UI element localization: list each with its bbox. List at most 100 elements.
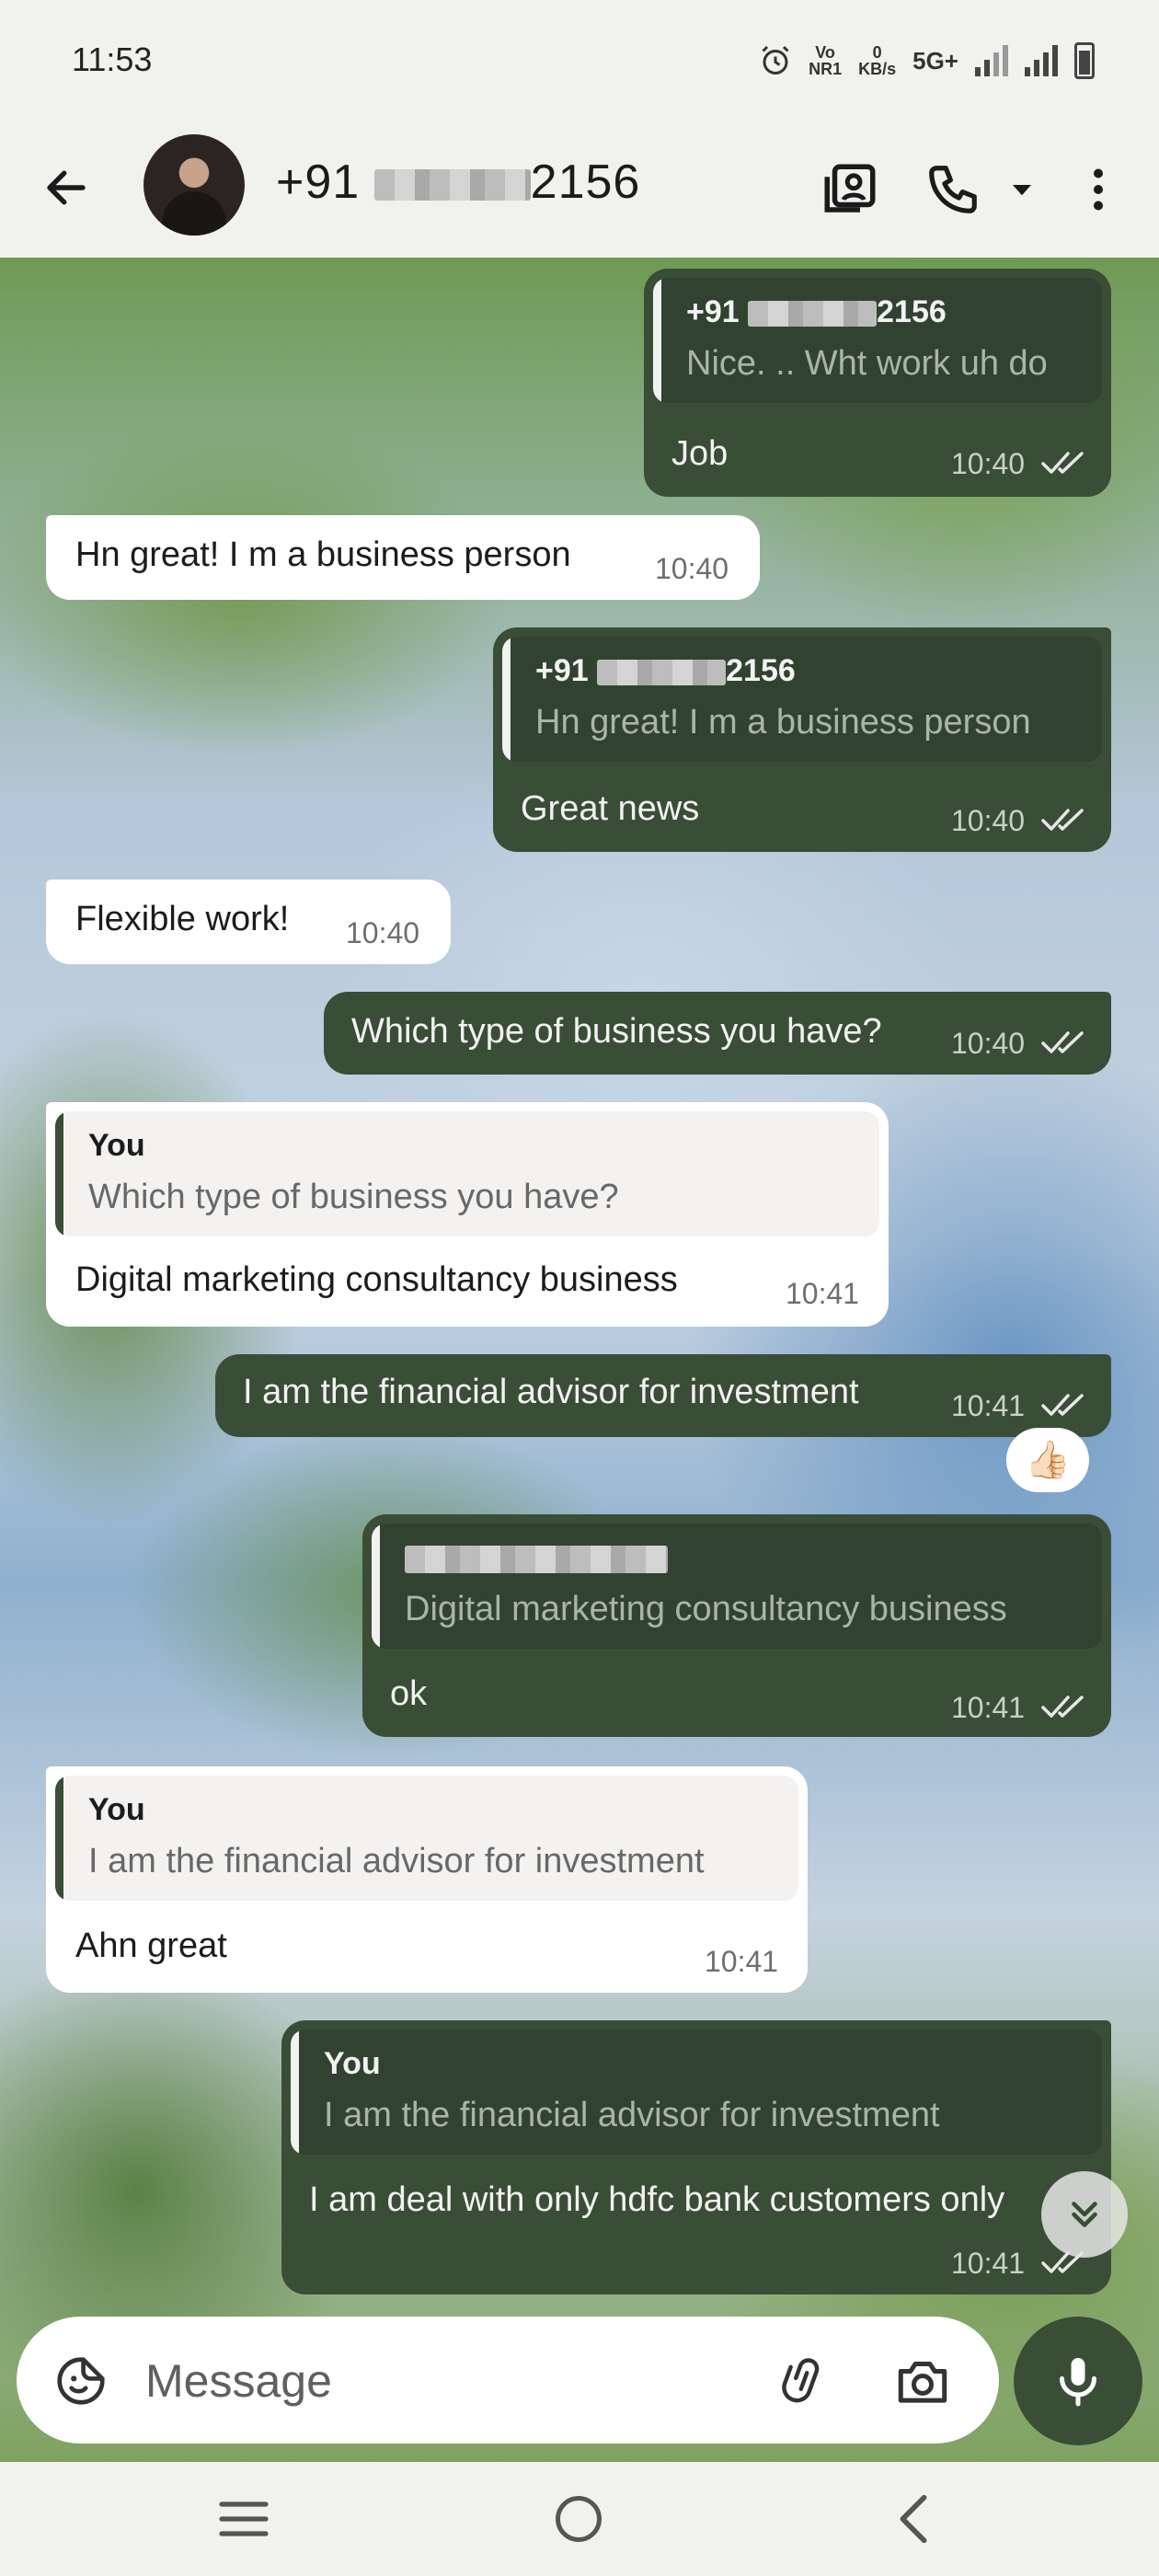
read-ticks-icon bbox=[1041, 1394, 1084, 1416]
quote-author: You bbox=[324, 2046, 381, 2081]
battery-icon bbox=[1074, 42, 1095, 79]
message-text: Flexible work! bbox=[75, 900, 290, 938]
quoted-message[interactable]: Digital marketing consultancy business bbox=[372, 1524, 1102, 1649]
contact-avatar[interactable] bbox=[143, 134, 245, 236]
sticker-smile-icon bbox=[57, 2357, 105, 2405]
voice-message-button[interactable] bbox=[1014, 2317, 1142, 2445]
status-time: 11:53 bbox=[72, 40, 153, 78]
message-time: 10:40 bbox=[346, 916, 420, 949]
quote-text: Digital marketing consultancy business bbox=[405, 1590, 1007, 1628]
status-bar: 11:53 Vo NR1 0 KB/s 5G+ bbox=[0, 0, 1159, 120]
outgoing-message[interactable]: I am the financial advisor for investmen… bbox=[215, 1354, 1111, 1437]
nav-back-button[interactable] bbox=[872, 2484, 955, 2554]
message-time: 10:41 bbox=[786, 1277, 860, 1310]
double-chevron-down-icon bbox=[1072, 2202, 1097, 2227]
message-input[interactable] bbox=[145, 2348, 734, 2414]
message-time: 10:41 bbox=[951, 1691, 1026, 1724]
quote-author-suffix: 2156 bbox=[726, 653, 796, 688]
quoted-message[interactable]: You Which type of business you have? bbox=[55, 1111, 879, 1236]
quote-bar bbox=[372, 1524, 380, 1649]
quoted-message[interactable]: +91 2156 Hn great! I m a business person bbox=[502, 637, 1102, 762]
quote-bar bbox=[55, 1776, 63, 1901]
contact-card-icon bbox=[824, 164, 876, 213]
volte-indicator: Vo NR1 bbox=[809, 44, 842, 77]
quote-author-prefix: +91 bbox=[686, 294, 740, 329]
quote-author: +91 2156 bbox=[535, 653, 796, 689]
redacted-digits bbox=[373, 169, 531, 201]
message-time: 10:40 bbox=[951, 804, 1026, 837]
message-text: Digital marketing consultancy business bbox=[75, 1260, 678, 1299]
quote-author: You bbox=[88, 1792, 145, 1827]
dropdown-arrow-icon bbox=[1013, 185, 1031, 196]
call-button[interactable] bbox=[916, 153, 990, 226]
read-ticks-icon bbox=[1041, 809, 1084, 831]
more-options-button[interactable] bbox=[1063, 153, 1133, 226]
message-text: I am deal with only hdfc bank customers … bbox=[309, 2180, 1005, 2219]
more-vert-icon bbox=[1094, 168, 1103, 211]
contact-prefix: +91 bbox=[276, 155, 361, 209]
camera-button[interactable] bbox=[885, 2346, 960, 2416]
chat-background: +91 2156 Nice. .. Wht work uh do Job 10:… bbox=[0, 258, 1159, 2466]
message-composer bbox=[17, 2317, 999, 2444]
home-icon bbox=[556, 2496, 602, 2542]
quote-author bbox=[405, 1540, 668, 1576]
message-text: Job bbox=[671, 434, 729, 473]
incoming-message[interactable]: Hn great! I m a business person 10:40 bbox=[46, 515, 760, 600]
quote-text: Nice. .. Wht work uh do bbox=[686, 344, 1048, 383]
recents-button[interactable] bbox=[202, 2484, 285, 2554]
message-time: 10:41 bbox=[705, 1945, 779, 1978]
outgoing-message[interactable]: You I am the financial advisor for inves… bbox=[281, 2020, 1111, 2294]
quoted-message[interactable]: +91 2156 Nice. .. Wht work uh do bbox=[653, 278, 1102, 403]
signal-icon bbox=[1025, 45, 1058, 76]
quote-text: I am the financial advisor for investmen… bbox=[324, 2096, 940, 2134]
reaction-thumbs-up[interactable]: 👍🏻 bbox=[1006, 1428, 1089, 1492]
incoming-message[interactable]: Flexible work! 10:40 bbox=[46, 880, 451, 964]
call-menu-button[interactable] bbox=[990, 153, 1054, 226]
quote-author-prefix: +91 bbox=[535, 653, 589, 688]
quoted-message[interactable]: You I am the financial advisor for inves… bbox=[291, 2030, 1102, 2155]
paperclip-icon bbox=[782, 2358, 820, 2403]
camera-icon bbox=[898, 2362, 947, 2403]
volte-label: Vo bbox=[815, 43, 835, 62]
read-ticks-icon bbox=[1041, 1031, 1084, 1053]
incoming-message[interactable]: You Which type of business you have? Dig… bbox=[46, 1102, 889, 1327]
incoming-message[interactable]: You I am the financial advisor for inves… bbox=[46, 1766, 808, 1993]
message-time: 10:41 bbox=[951, 1389, 1026, 1422]
chat-header: +91 2156 bbox=[0, 120, 1159, 258]
back-button[interactable] bbox=[33, 155, 99, 221]
quote-author-suffix: 2156 bbox=[877, 294, 947, 329]
alarm-icon bbox=[762, 45, 789, 75]
quote-text: Hn great! I m a business person bbox=[535, 703, 1031, 742]
home-button[interactable] bbox=[537, 2484, 620, 2554]
nr-label: NR1 bbox=[809, 60, 843, 78]
outgoing-message[interactable]: Digital marketing consultancy business o… bbox=[362, 1514, 1111, 1737]
quote-text: Which type of business you have? bbox=[88, 1178, 619, 1216]
data-speed: 0 KB/s bbox=[858, 44, 896, 77]
system-nav-bar bbox=[0, 2462, 1159, 2576]
outgoing-message[interactable]: +91 2156 Nice. .. Wht work uh do Job 10:… bbox=[644, 269, 1111, 497]
redacted-digits bbox=[597, 660, 727, 686]
quoted-message[interactable]: You I am the financial advisor for inves… bbox=[55, 1776, 798, 1901]
nav-back-icon bbox=[900, 2494, 927, 2544]
outgoing-message[interactable]: +91 2156 Hn great! I m a business person… bbox=[493, 627, 1111, 852]
contact-name[interactable]: +91 2156 bbox=[276, 155, 640, 210]
sticker-button[interactable] bbox=[48, 2348, 114, 2414]
outgoing-message[interactable]: Which type of business you have? 10:40 bbox=[324, 992, 1111, 1075]
read-ticks-icon bbox=[1041, 452, 1084, 474]
recents-icon bbox=[219, 2501, 269, 2536]
quote-author: +91 2156 bbox=[686, 294, 947, 330]
quote-bar bbox=[55, 1111, 63, 1236]
attach-button[interactable] bbox=[769, 2346, 839, 2416]
scroll-to-bottom-button[interactable] bbox=[1041, 2171, 1128, 2258]
message-time: 10:41 bbox=[951, 2247, 1026, 2280]
redacted-digits bbox=[748, 301, 878, 328]
message-text: Great news bbox=[521, 789, 700, 828]
message-text: Hn great! I m a business person bbox=[75, 535, 571, 574]
message-time: 10:40 bbox=[951, 1027, 1026, 1060]
contact-card-button[interactable] bbox=[813, 153, 887, 226]
quote-author: You bbox=[88, 1128, 145, 1163]
message-text: Which type of business you have? bbox=[351, 1012, 882, 1051]
message-time: 10:40 bbox=[951, 447, 1026, 480]
read-ticks-icon bbox=[1041, 1696, 1084, 1718]
contact-suffix: 2156 bbox=[530, 155, 641, 209]
